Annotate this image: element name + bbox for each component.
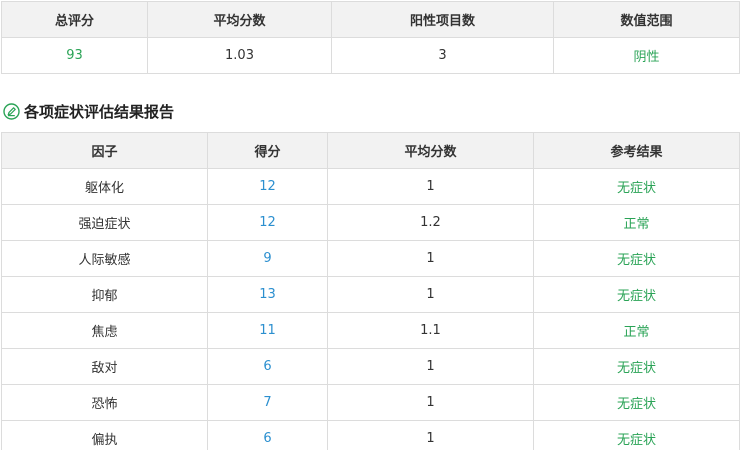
table-row: 焦虑 11 1.1 正常 — [1, 312, 740, 349]
factor-score: 6 — [207, 420, 328, 450]
factor-score: 12 — [207, 204, 328, 241]
table-row: 躯体化 12 1 无症状 — [1, 168, 740, 205]
factor-result: 正常 — [533, 204, 740, 241]
factor-result: 正常 — [533, 312, 740, 349]
factor-score: 11 — [207, 312, 328, 349]
summary-table: 总评分 平均分数 阳性项目数 数值范围 93 1.03 3 阴性 — [1, 1, 740, 74]
factor-result: 无症状 — [533, 420, 740, 450]
factor-average: 1 — [327, 240, 534, 277]
section-heading: 各项症状评估结果报告 — [3, 101, 174, 121]
factor-name: 偏执 — [1, 420, 208, 450]
table-row: 人际敏感 9 1 无症状 — [1, 240, 740, 277]
summary-header-total-score: 总评分 — [1, 1, 148, 38]
factor-name: 躯体化 — [1, 168, 208, 205]
factor-average: 1 — [327, 348, 534, 385]
factor-average: 1 — [327, 276, 534, 313]
factor-result: 无症状 — [533, 168, 740, 205]
factor-header-result: 参考结果 — [533, 132, 740, 169]
factor-name: 恐怖 — [1, 384, 208, 421]
table-row: 抑郁 13 1 无症状 — [1, 276, 740, 313]
factor-average: 1.2 — [327, 204, 534, 241]
factor-header-score: 得分 — [207, 132, 328, 169]
table-row: 偏执 6 1 无症状 — [1, 420, 740, 450]
pencil-circle-icon — [3, 102, 20, 120]
summary-header-average-score: 平均分数 — [147, 1, 332, 38]
factor-header-average: 平均分数 — [327, 132, 534, 169]
factor-header-row: 因子 得分 平均分数 参考结果 — [1, 132, 740, 169]
factor-name: 强迫症状 — [1, 204, 208, 241]
factor-name: 焦虑 — [1, 312, 208, 349]
table-row: 敌对 6 1 无症状 — [1, 348, 740, 385]
factor-score: 13 — [207, 276, 328, 313]
section-title: 各项症状评估结果报告 — [24, 102, 175, 121]
factor-header-factor: 因子 — [1, 132, 208, 169]
value-range-value: 阴性 — [553, 37, 740, 74]
total-score-value: 93 — [1, 37, 148, 74]
summary-value-row: 93 1.03 3 阴性 — [1, 37, 740, 74]
factor-average: 1 — [327, 168, 534, 205]
average-score-value: 1.03 — [147, 37, 332, 74]
factor-average: 1 — [327, 420, 534, 450]
factor-name: 抑郁 — [1, 276, 208, 313]
factor-result: 无症状 — [533, 276, 740, 313]
factor-score: 12 — [207, 168, 328, 205]
factor-score: 6 — [207, 348, 328, 385]
table-row: 恐怖 7 1 无症状 — [1, 384, 740, 421]
factor-result: 无症状 — [533, 240, 740, 277]
factor-result: 无症状 — [533, 348, 740, 385]
factor-result: 无症状 — [533, 384, 740, 421]
summary-header-value-range: 数值范围 — [553, 1, 740, 38]
table-row: 强迫症状 12 1.2 正常 — [1, 204, 740, 241]
factor-name: 人际敏感 — [1, 240, 208, 277]
factor-name: 敌对 — [1, 348, 208, 385]
summary-header-row: 总评分 平均分数 阳性项目数 数值范围 — [1, 1, 740, 38]
factor-average: 1.1 — [327, 312, 534, 349]
summary-header-positive-count: 阳性项目数 — [331, 1, 554, 38]
factor-score: 9 — [207, 240, 328, 277]
factor-score: 7 — [207, 384, 328, 421]
factor-average: 1 — [327, 384, 534, 421]
positive-count-value: 3 — [331, 37, 554, 74]
factor-table: 因子 得分 平均分数 参考结果 躯体化 12 1 无症状 强迫症状 12 1.2… — [1, 132, 740, 450]
